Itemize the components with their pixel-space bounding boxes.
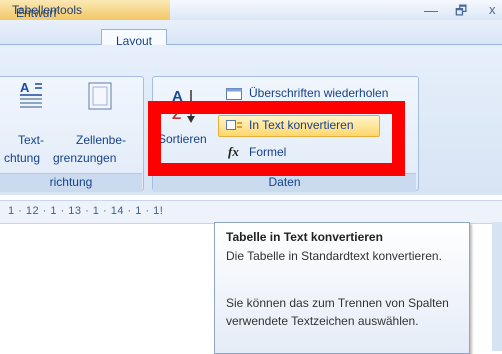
tooltip-title: Tabelle in Text konvertieren xyxy=(226,230,383,244)
svg-text:A: A xyxy=(20,80,30,95)
cell-margins-icon[interactable] xyxy=(88,82,112,110)
minimize-button[interactable]: — xyxy=(424,2,438,18)
cell-margins-label-1: Zellenbe- xyxy=(76,133,127,147)
close-button[interactable]: x xyxy=(489,2,496,17)
alignment-group-label: richtung xyxy=(0,173,142,192)
text-direction-icon[interactable]: A xyxy=(18,80,44,110)
tooltip-description: Die Tabelle in Standardtext konvertieren… xyxy=(226,249,442,263)
ruler-ticks: 1 · 12 · 1 · 13 · 1 · 14 · 1 · 1! xyxy=(8,205,164,217)
tab-entwurf[interactable]: Entwurf xyxy=(16,6,57,20)
text-direction-label-1: Text- xyxy=(18,133,45,147)
repeat-headers-label: Überschriften wiederholen xyxy=(249,86,389,100)
highlight-box xyxy=(148,101,405,176)
cell-margins-label-2: grenzungen xyxy=(53,151,117,165)
right-panel-edge xyxy=(492,222,502,351)
tab-row xyxy=(0,20,502,45)
text-direction-label-2: chtung xyxy=(4,151,41,165)
table-icon xyxy=(226,88,242,100)
tooltip-hint: Sie können das zum Trennen von Spalten v… xyxy=(226,296,449,328)
